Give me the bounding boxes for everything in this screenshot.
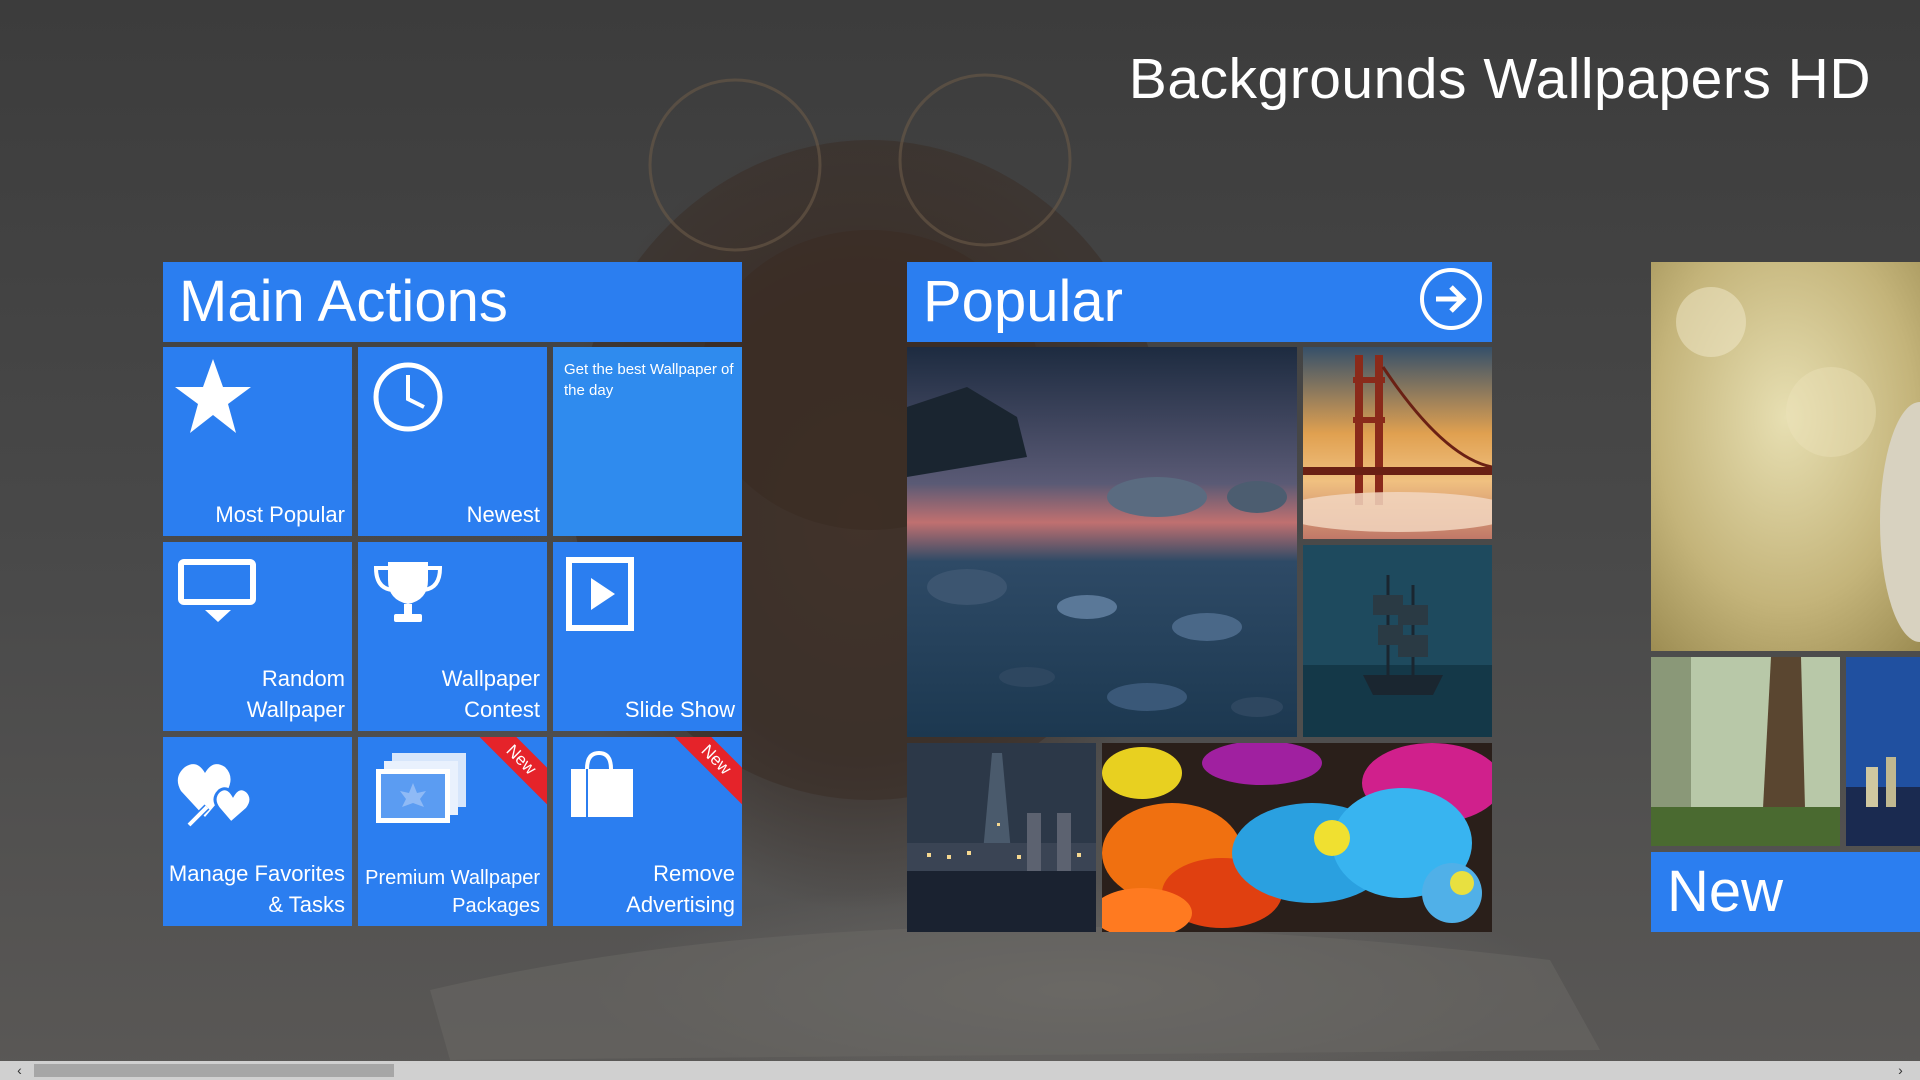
- play-icon: [566, 557, 634, 631]
- new-badge: New: [671, 737, 742, 805]
- clock-icon: [373, 362, 443, 432]
- tile-label: Random Wallpaper: [246, 666, 345, 722]
- arrow-right-circle-icon[interactable]: [1420, 268, 1482, 330]
- tile-label: Newest: [466, 502, 540, 527]
- tile-wallpaper-contest[interactable]: Wallpaper Contest: [358, 542, 547, 731]
- new-photo-tree-trunk[interactable]: [1651, 657, 1840, 846]
- scroll-left-icon[interactable]: ‹: [10, 1061, 29, 1080]
- tile-wallpaper-of-the-day[interactable]: Get the best Wallpaper of the day: [553, 347, 742, 536]
- new-badge: New: [476, 737, 547, 805]
- tile-random-wallpaper[interactable]: Random Wallpaper: [163, 542, 352, 731]
- tile-label: Most Popular: [215, 502, 345, 527]
- popular-title: Popular: [923, 269, 1123, 334]
- tile-manage-favorites[interactable]: Manage Favorites & Tasks: [163, 737, 352, 926]
- popular-photo-sailing-ship[interactable]: [1303, 545, 1492, 737]
- tile-newest[interactable]: Newest: [358, 347, 547, 536]
- popular-photo-golden-gate-bridge[interactable]: [1303, 347, 1492, 539]
- tile-tagline: Get the best Wallpaper of the day: [564, 361, 734, 399]
- popular-photo-london-skyline[interactable]: [907, 743, 1096, 932]
- tile-label: Wallpaper Contest: [441, 666, 540, 722]
- popular-photo-lake-rocks[interactable]: [907, 347, 1297, 737]
- popular-header[interactable]: Popular: [907, 262, 1492, 342]
- trophy-icon: [373, 562, 443, 622]
- tile-label: Premium Wallpaper Packages: [365, 867, 540, 917]
- monitor-icon: [178, 559, 256, 622]
- app-title: Backgrounds Wallpapers HD: [1128, 47, 1871, 111]
- new-header[interactable]: New: [1651, 852, 1920, 932]
- shopping-bag-icon: [571, 750, 633, 817]
- tile-slide-show[interactable]: Slide Show: [553, 542, 742, 731]
- popular-photo-colorful-daisies[interactable]: [1102, 743, 1492, 932]
- horizontal-scrollbar[interactable]: ‹ ›: [0, 1061, 1920, 1080]
- tile-remove-advertising[interactable]: New Remove Advertising: [553, 737, 742, 926]
- wallpaper-stack-icon: [376, 753, 466, 823]
- new-photo-kitten[interactable]: [1651, 262, 1920, 651]
- tile-most-popular[interactable]: Most Popular: [163, 347, 352, 536]
- tile-label: Slide Show: [624, 697, 735, 722]
- tile-label: Remove Advertising: [626, 861, 735, 917]
- scroll-right-icon[interactable]: ›: [1891, 1061, 1910, 1080]
- heart-wrench-icon: [177, 764, 253, 828]
- tile-label: Manage Favorites & Tasks: [168, 861, 345, 917]
- star-icon: [175, 359, 251, 433]
- tile-premium-wallpaper-packages[interactable]: New Premium Wallpaper Packages: [358, 737, 547, 926]
- new-photo-city-night[interactable]: [1846, 657, 1920, 846]
- scrollbar-thumb[interactable]: [34, 1064, 394, 1077]
- main-actions-header: Main Actions: [163, 262, 742, 342]
